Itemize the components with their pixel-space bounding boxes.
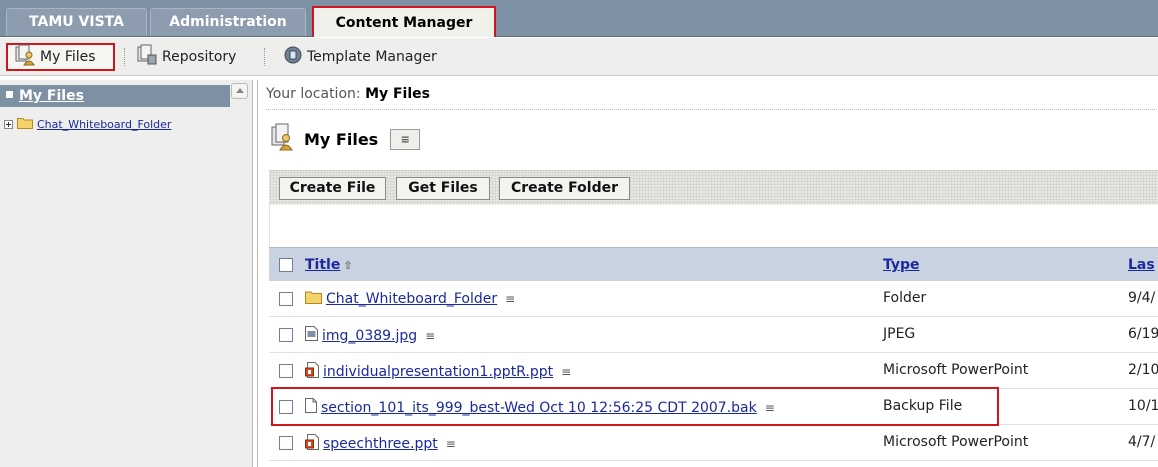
table-row: img_0389.jpg ≡ JPEG 6/19 [269, 317, 1158, 353]
create-file-button[interactable]: Create File [279, 177, 386, 200]
type-column-header[interactable]: Type [883, 257, 920, 273]
row-title-cell: individualpresentation1.pptR.ppt ≡ [305, 362, 573, 382]
top-tab-bar: TAMU VISTA Administration Content Manage… [0, 0, 1158, 37]
row-title-cell: img_0389.jpg ≡ [305, 326, 437, 345]
spacer [269, 204, 1158, 247]
tree-item-chat-whiteboard-folder[interactable]: Chat_Whiteboard_Folder [4, 117, 171, 132]
row-type-cell: Microsoft PowerPoint [883, 434, 1029, 450]
table-row: Chat_Whiteboard_Folder ≡ Folder 9/4/ [269, 281, 1158, 317]
sort-ascending-icon: ⇧ [343, 259, 353, 272]
image-file-icon [305, 326, 318, 345]
breadcrumb: Your location: My Files [266, 86, 430, 102]
square-bullet-icon [6, 90, 13, 98]
row-menu-button[interactable]: ≡ [503, 292, 517, 306]
template-manager-label: Template Manager [307, 49, 437, 65]
tree-heading[interactable]: My Files [0, 85, 230, 107]
content-manager-toolbar: My Files Repository Template Manager [0, 38, 1158, 76]
table-row: speechthree.ppt ≡ Microsoft PowerPoint 4… [269, 425, 1158, 461]
tab-tamu-vista[interactable]: TAMU VISTA [6, 8, 147, 36]
template-manager-icon [283, 45, 303, 69]
select-all-checkbox[interactable] [279, 258, 293, 272]
title-column-header[interactable]: Title ⇧ [305, 257, 353, 273]
action-bar: Create File Get Files Create Folder [269, 170, 1158, 204]
scroll-up-button[interactable] [231, 83, 248, 99]
arrow-up-icon [236, 88, 244, 93]
page-title-label: My Files [304, 129, 379, 149]
page-title: My Files ≡ [270, 123, 421, 155]
my-files-icon [14, 44, 36, 70]
tree-heading-label: My Files [19, 88, 84, 104]
row-checkbox[interactable] [279, 328, 293, 342]
table-header-row: Title ⇧ Type Las [269, 247, 1158, 281]
row-type-cell: Microsoft PowerPoint [883, 362, 1029, 378]
row-menu-button[interactable]: ≡ [423, 329, 437, 343]
row-title-cell: speechthree.ppt ≡ [305, 434, 458, 454]
repository-icon [136, 44, 158, 70]
template-manager-button[interactable]: Template Manager [281, 43, 437, 71]
my-files-label: My Files [40, 49, 96, 65]
row-checkbox[interactable] [279, 292, 293, 306]
table-row: individualpresentation1.pptR.ppt ≡ Micro… [269, 353, 1158, 389]
main-content-pane: Your location: My Files My Files ≡ Creat… [257, 80, 1158, 467]
powerpoint-file-icon [305, 434, 319, 454]
tab-content-manager[interactable]: Content Manager [312, 6, 496, 37]
highlight-annotation-box [271, 387, 999, 426]
menu-lines-icon: ≡ [400, 132, 410, 146]
row-title-link[interactable]: speechthree.ppt [323, 436, 438, 452]
row-date-cell: 9/4/ [1128, 290, 1156, 306]
row-date-cell: 10/1 [1128, 398, 1158, 414]
my-files-icon [270, 123, 294, 155]
tab-administration[interactable]: Administration [150, 8, 306, 36]
create-folder-button[interactable]: Create Folder [499, 177, 630, 200]
row-date-cell: 2/10 [1128, 362, 1158, 378]
menu-lines-icon: ≡ [425, 328, 436, 343]
tree-item-label[interactable]: Chat_Whiteboard_Folder [37, 118, 171, 131]
row-date-cell: 4/7/ [1128, 434, 1156, 450]
row-type-cell: Folder [883, 290, 927, 306]
row-date-cell: 6/19 [1128, 326, 1158, 342]
my-files-button[interactable]: My Files [6, 43, 115, 71]
last-modified-column-header[interactable]: Las [1128, 257, 1155, 273]
repository-label: Repository [162, 49, 237, 65]
left-tree-pane: My Files Chat_Whiteboard_Folder [0, 80, 253, 467]
folder-icon [17, 117, 33, 132]
expand-plus-icon[interactable] [4, 120, 13, 129]
divider [266, 109, 1158, 110]
title-column-label: Title [305, 257, 341, 273]
menu-lines-icon: ≡ [445, 437, 456, 451]
row-checkbox[interactable] [279, 364, 293, 378]
powerpoint-file-icon [305, 362, 319, 382]
row-type-cell: JPEG [883, 326, 916, 342]
row-title-cell: Chat_Whiteboard_Folder ≡ [305, 290, 517, 308]
get-files-button[interactable]: Get Files [396, 177, 490, 200]
repository-button[interactable]: Repository [134, 43, 236, 71]
row-menu-button[interactable]: ≡ [559, 365, 573, 379]
row-title-link[interactable]: img_0389.jpg [322, 328, 417, 344]
title-menu-button[interactable]: ≡ [390, 128, 421, 150]
row-title-link[interactable]: individualpresentation1.pptR.ppt [323, 364, 553, 380]
menu-lines-icon: ≡ [561, 365, 572, 379]
row-menu-button[interactable]: ≡ [444, 437, 458, 451]
row-checkbox[interactable] [279, 436, 293, 450]
location-value: My Files [365, 86, 430, 102]
toolbar-divider [264, 48, 265, 66]
menu-lines-icon: ≡ [505, 292, 516, 306]
folder-icon [305, 290, 322, 308]
row-title-link[interactable]: Chat_Whiteboard_Folder [326, 291, 497, 307]
location-prefix: Your location: [266, 86, 361, 102]
toolbar-divider [124, 48, 125, 66]
